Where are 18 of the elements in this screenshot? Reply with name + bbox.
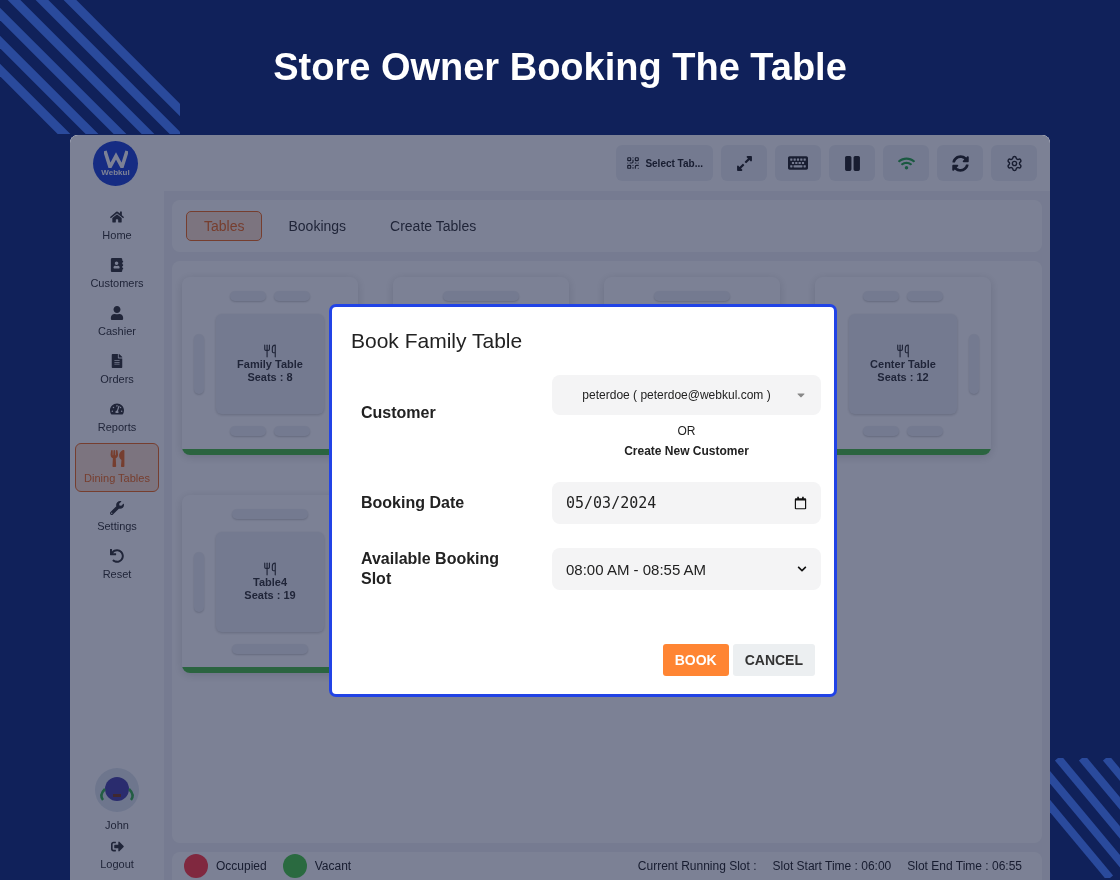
field-label: Booking Date	[361, 493, 466, 513]
field-label: Customer	[361, 403, 437, 423]
user-name: John	[104, 818, 130, 833]
slot-end-time: Slot End Time : 06:55	[907, 859, 1022, 873]
page-title: Store Owner Booking The Table	[273, 46, 847, 90]
table-name: Family Table	[237, 357, 303, 371]
running-slot-label: Current Running Slot :	[637, 859, 757, 873]
or-text: OR	[677, 424, 696, 438]
table-seats: Seats : 8	[247, 370, 293, 384]
table-name: Table4	[253, 575, 287, 589]
table-seats: Seats : 19	[244, 588, 296, 602]
table-name: Center Table	[870, 357, 936, 371]
table-seats: Seats : 12	[877, 370, 929, 384]
field-label: Available Booking Slot	[361, 549, 501, 589]
legend-label: Vacant	[314, 859, 352, 873]
legend-label: Occupied	[216, 859, 267, 873]
logo: Webkul	[93, 140, 138, 186]
slot-start-time: Slot Start Time : 06:00	[772, 859, 892, 873]
